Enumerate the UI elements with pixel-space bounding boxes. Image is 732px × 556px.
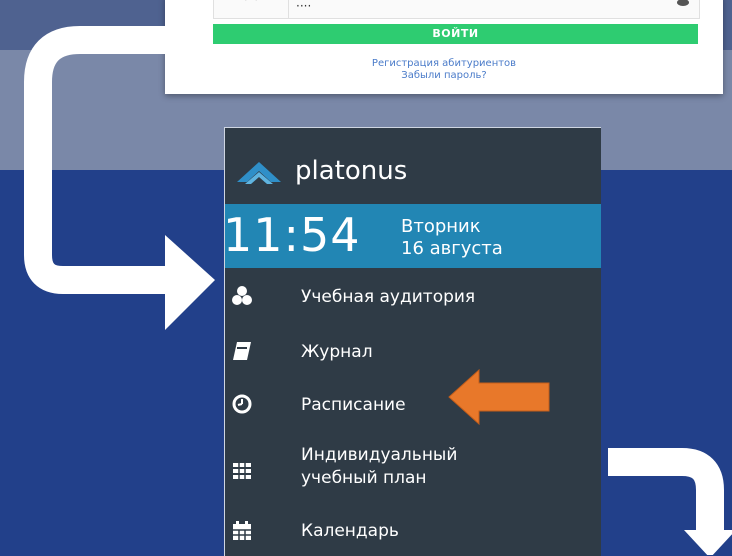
flow-arrow-right-icon [608,448,732,555]
platonus-logo-icon [237,162,281,184]
cubes-icon [232,286,252,305]
clock-time: 11:54 [224,208,361,262]
grid-icon [233,463,251,479]
sidebar-item-individual-plan[interactable]: Индивидуальный учебный план [225,444,601,494]
sidebar-item-label: Учебная аудитория [301,287,476,307]
sidebar-item-calendar[interactable]: Календарь [225,517,601,547]
eye-icon[interactable] [677,0,689,6]
label-line-1: Индивидуальный [301,445,458,465]
login-button[interactable]: ВОЙТИ [213,24,698,44]
sidebar-item-journal[interactable]: Журнал [225,338,601,368]
clock-date: Вторник 16 августа [401,216,503,260]
sidebar-item-label: Журнал [301,342,373,362]
sidebar: platonus 11:54 Вторник 16 августа Учебна… [224,127,601,556]
label-line-2: учебный план [301,468,427,488]
sidebar-item-label: Расписание [301,395,406,415]
brand-name: platonus [295,156,408,186]
pointer-arrow-icon [448,368,550,426]
sidebar-item-label: Календарь [301,521,399,541]
password-value: ···· [296,0,312,13]
clock-icon [232,394,252,414]
sidebar-item-classroom[interactable]: Учебная аудитория [225,283,601,313]
weekday: Вторник [401,216,481,237]
date: 16 августа [401,238,503,259]
calendar-icon [233,521,251,540]
clock-panel: 11:54 Вторник 16 августа [225,204,601,268]
sidebar-item-label: Индивидуальный учебный план [301,444,457,490]
brand-header[interactable]: platonus [225,128,601,204]
book-icon [233,342,251,360]
flow-arrow-left-icon [24,26,215,330]
password-field[interactable]: ⌒ ···· [213,0,700,19]
